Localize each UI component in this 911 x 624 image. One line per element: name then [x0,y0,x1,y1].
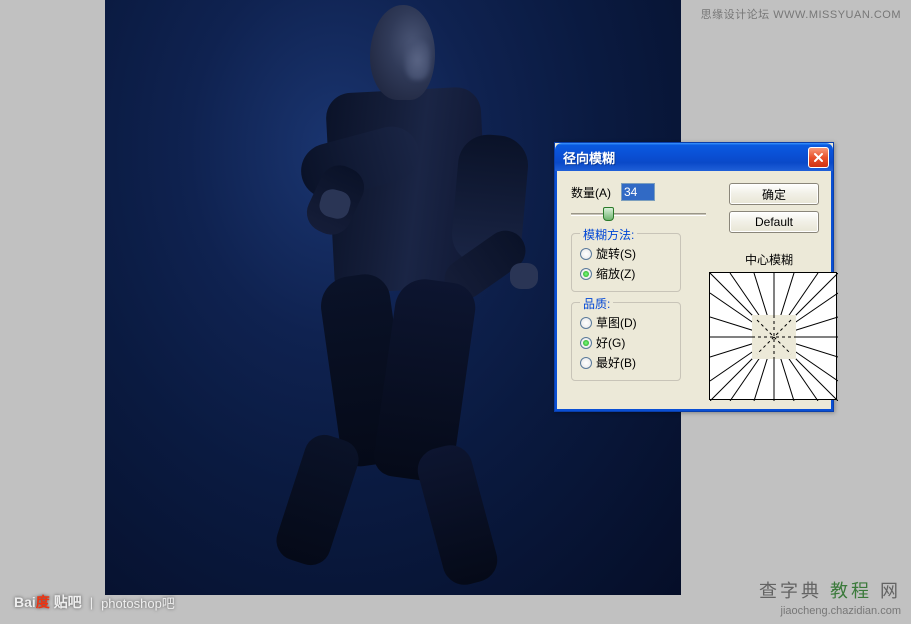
close-button[interactable] [808,147,829,168]
slider-thumb[interactable] [603,207,614,221]
radio-spin[interactable]: 旋转(S) [580,245,672,262]
quality-fieldset: 品质: 草图(D) 好(G) 最好(B) [571,302,681,381]
blur-center-preview[interactable] [709,272,837,400]
center-blur-label: 中心模糊 [729,251,819,268]
watermark-top-right: 思缘设计论坛 WWW.MISSYUAN.COM [701,6,901,22]
radio-icon [580,248,592,260]
amount-label: 数量(A) [571,184,611,201]
radio-icon [580,317,592,329]
radio-icon [580,357,592,369]
zoom-lines-icon [710,273,838,401]
radio-draft[interactable]: 草图(D) [580,314,672,331]
blur-method-fieldset: 模糊方法: 旋转(S) 缩放(Z) [571,233,681,292]
radio-zoom[interactable]: 缩放(Z) [580,265,672,282]
amount-input[interactable] [621,183,655,201]
close-icon [813,152,824,163]
quality-legend: 品质: [580,295,613,312]
watermark-bottom-right: 查字典 教程 网 jiaocheng.chazidian.com [759,580,901,618]
dialog-titlebar[interactable]: 径向模糊 [555,143,833,171]
amount-slider[interactable] [571,205,706,223]
radial-blur-dialog: 径向模糊 确定 Default 中心模糊 [554,142,834,412]
radio-icon [580,337,592,349]
radio-best[interactable]: 最好(B) [580,354,672,371]
baidu-logo: Bai度 贴吧 [14,592,82,612]
radio-icon [580,268,592,280]
tieba-name: photoshop吧 [101,593,175,612]
running-figure [255,5,545,585]
ok-button[interactable]: 确定 [729,183,819,205]
dialog-title: 径向模糊 [563,148,808,167]
radio-good[interactable]: 好(G) [580,334,672,351]
watermark-bottom-left: Bai度 贴吧 | photoshop吧 [14,592,175,612]
method-legend: 模糊方法: [580,226,637,243]
default-button[interactable]: Default [729,211,819,233]
